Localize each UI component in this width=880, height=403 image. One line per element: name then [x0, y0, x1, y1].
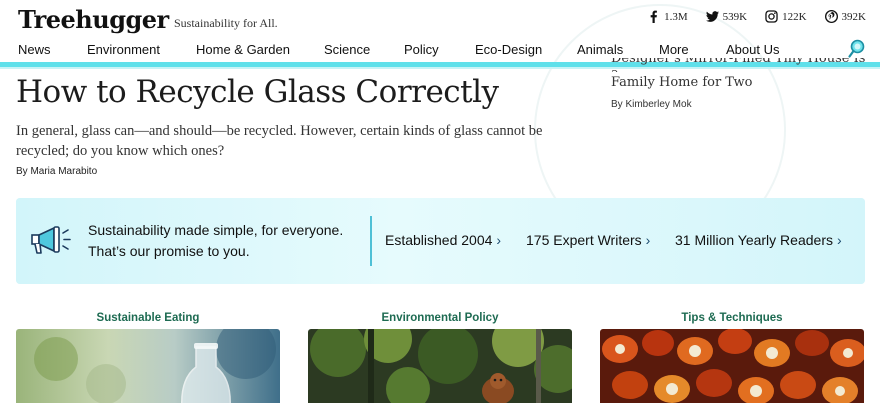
promo-banner: Sustainability made simple, for everyone…	[16, 198, 865, 284]
nav-item-about-us[interactable]: About Us	[726, 42, 779, 57]
category-label-tips-techniques[interactable]: Tips & Techniques	[600, 312, 864, 324]
category-label-environmental-policy[interactable]: Environmental Policy	[308, 312, 572, 324]
stat-readers[interactable]: 31 Million Yearly Readers ›	[675, 232, 842, 248]
hero-dek: In general, glass can—and should—be recy…	[16, 123, 543, 159]
instagram-count: 122K	[782, 10, 807, 23]
nav-item-news[interactable]: News	[18, 42, 51, 57]
chevron-right-icon: ›	[645, 232, 651, 248]
social-pinterest[interactable]: 392K	[824, 10, 866, 23]
stat-label: Established 2004	[385, 232, 493, 248]
category-label-sustainable-eating[interactable]: Sustainable Eating	[16, 312, 280, 324]
stat-established[interactable]: Established 2004 ›	[385, 232, 501, 248]
category-card-environmental-policy[interactable]	[308, 329, 572, 403]
chevron-right-icon: ›	[496, 232, 502, 248]
search-icon	[848, 39, 865, 58]
promo-line-1: Sustainability made simple, for everyone…	[88, 222, 344, 238]
nav-item-eco-design[interactable]: Eco-Design	[475, 42, 542, 57]
side-article-title[interactable]: Family Home for Two	[611, 74, 752, 92]
nav-item-environment[interactable]: Environment	[87, 42, 160, 57]
social-twitter[interactable]: 539K	[705, 10, 748, 23]
nav-item-science[interactable]: Science	[324, 42, 370, 57]
stat-writers[interactable]: 175 Expert Writers ›	[526, 232, 650, 248]
site-tagline: Sustainability for All.	[174, 16, 278, 30]
social-instagram[interactable]: 122K	[765, 10, 807, 23]
glass-bottle-image	[16, 329, 280, 403]
nav-item-policy[interactable]: Policy	[404, 42, 439, 57]
promo-message: Sustainability made simple, for everyone…	[88, 220, 343, 262]
social-links: 1.3M 539K 122K 392K	[647, 10, 866, 23]
hero-byline[interactable]: By Maria Marabito	[16, 166, 97, 177]
forest-orangutan-image	[308, 329, 572, 403]
facebook-count: 1.3M	[664, 10, 688, 23]
side-article-byline[interactable]: By Kimberley Mok	[611, 99, 692, 110]
megaphone-icon	[31, 226, 71, 254]
twitter-count: 539K	[722, 10, 748, 23]
palm-fruit-image	[600, 329, 864, 403]
facebook-icon	[650, 10, 658, 23]
category-card-sustainable-eating[interactable]	[16, 329, 280, 403]
stat-label: 175 Expert Writers	[526, 232, 642, 248]
twitter-icon	[705, 11, 719, 22]
stat-label: 31 Million Yearly Readers	[675, 232, 833, 248]
promo-divider	[370, 216, 372, 266]
pinterest-count: 392K	[841, 10, 866, 23]
instagram-icon	[765, 10, 778, 23]
social-facebook[interactable]: 1.3M	[647, 10, 688, 23]
pinterest-icon	[824, 10, 838, 23]
hero-title[interactable]: How to Recycle Glass Correctly	[16, 74, 499, 110]
search-button[interactable]	[846, 38, 868, 60]
nav-item-more[interactable]: More	[659, 42, 689, 57]
category-card-tips-techniques[interactable]	[600, 329, 864, 403]
site-header: Treehugger Sustainability for All. 1.3M …	[0, 0, 880, 38]
side-article-title-cut[interactable]: Designer's Mirror-Filled Tiny House Is a	[611, 58, 871, 72]
promo-line-2: That’s our promise to you.	[88, 243, 250, 259]
chevron-right-icon: ›	[836, 232, 842, 248]
nav-item-home-garden[interactable]: Home & Garden	[196, 42, 290, 57]
site-logo[interactable]: Treehugger	[18, 7, 169, 33]
nav-item-animals[interactable]: Animals	[577, 42, 623, 57]
